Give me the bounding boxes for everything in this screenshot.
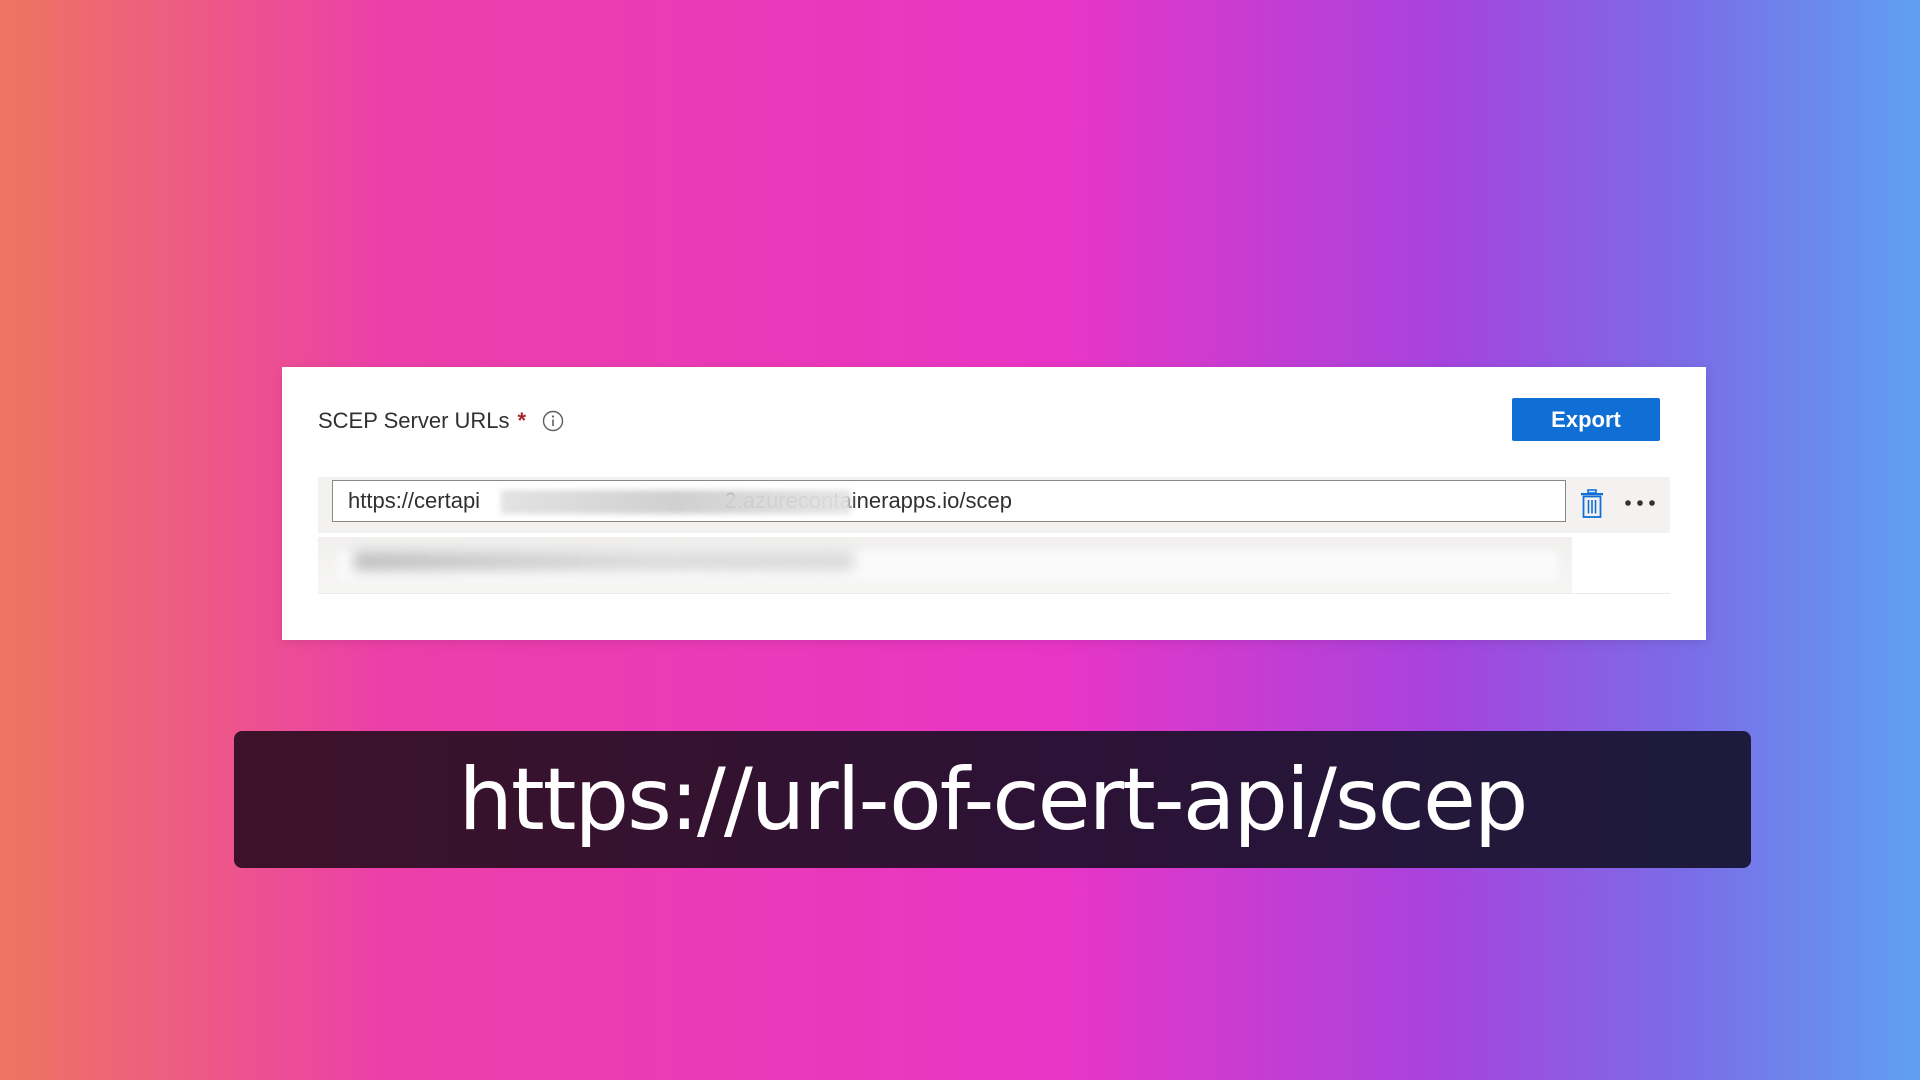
- info-icon[interactable]: [542, 410, 564, 432]
- field-label: SCEP Server URLs: [318, 408, 510, 433]
- caption-text: https://url-of-cert-api/scep: [458, 749, 1529, 850]
- blurred-placeholder: [354, 551, 854, 571]
- scep-url-input[interactable]: [333, 481, 1565, 521]
- export-button[interactable]: Export: [1512, 398, 1660, 441]
- url-list: [318, 477, 1670, 594]
- empty-url-row: [318, 537, 1572, 593]
- field-label-row: SCEP Server URLs *: [318, 405, 564, 437]
- scep-settings-card: SCEP Server URLs * Export: [282, 367, 1706, 640]
- more-options-icon[interactable]: [1623, 493, 1657, 513]
- caption-banner: https://url-of-cert-api/scep: [234, 731, 1751, 868]
- list-divider: [318, 593, 1670, 594]
- trash-icon[interactable]: [1580, 489, 1604, 519]
- url-row: [318, 477, 1670, 533]
- url-input-wrapper: [332, 480, 1566, 522]
- required-marker: *: [517, 408, 527, 433]
